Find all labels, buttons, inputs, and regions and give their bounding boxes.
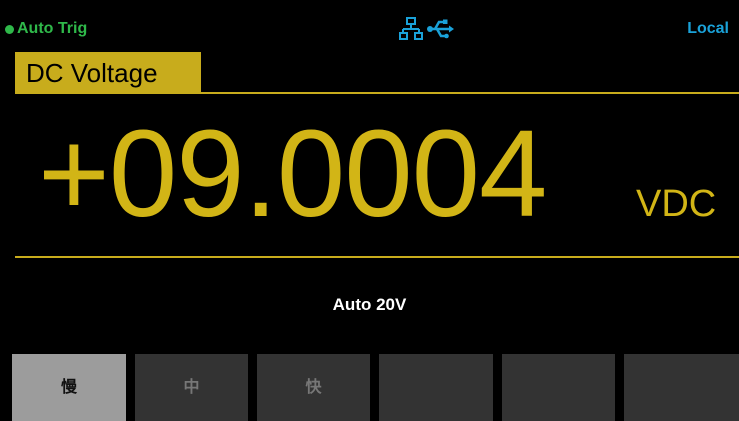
measurement-function-label: DC Voltage bbox=[15, 52, 201, 94]
range-indicator: Auto 20V bbox=[332, 295, 407, 314]
softkey-2[interactable]: 中 bbox=[135, 354, 248, 421]
softkey-4[interactable] bbox=[379, 354, 493, 421]
softkey-1[interactable]: 慢 bbox=[12, 354, 126, 421]
measurement-reading: +09.0004 bbox=[38, 106, 547, 243]
top-divider bbox=[15, 92, 739, 94]
softkey-5[interactable] bbox=[502, 354, 615, 421]
softkey-3-label: 快 bbox=[305, 379, 322, 396]
middle-divider bbox=[15, 256, 739, 258]
softkey-2-label: 中 bbox=[183, 379, 200, 396]
lan-icon bbox=[399, 17, 423, 40]
remote-state-label: Local bbox=[687, 20, 729, 37]
softkey-6[interactable] bbox=[624, 354, 739, 421]
measurement-unit: VDC bbox=[636, 183, 717, 225]
usb-icon bbox=[427, 19, 454, 39]
status-bar: Auto Trig Local bbox=[0, 0, 739, 42]
trigger-status-dot-icon bbox=[5, 25, 14, 34]
trigger-mode-label: Auto Trig bbox=[17, 20, 88, 37]
softkey-3[interactable]: 快 bbox=[257, 354, 370, 421]
softkey-1-label: 慢 bbox=[60, 379, 77, 396]
